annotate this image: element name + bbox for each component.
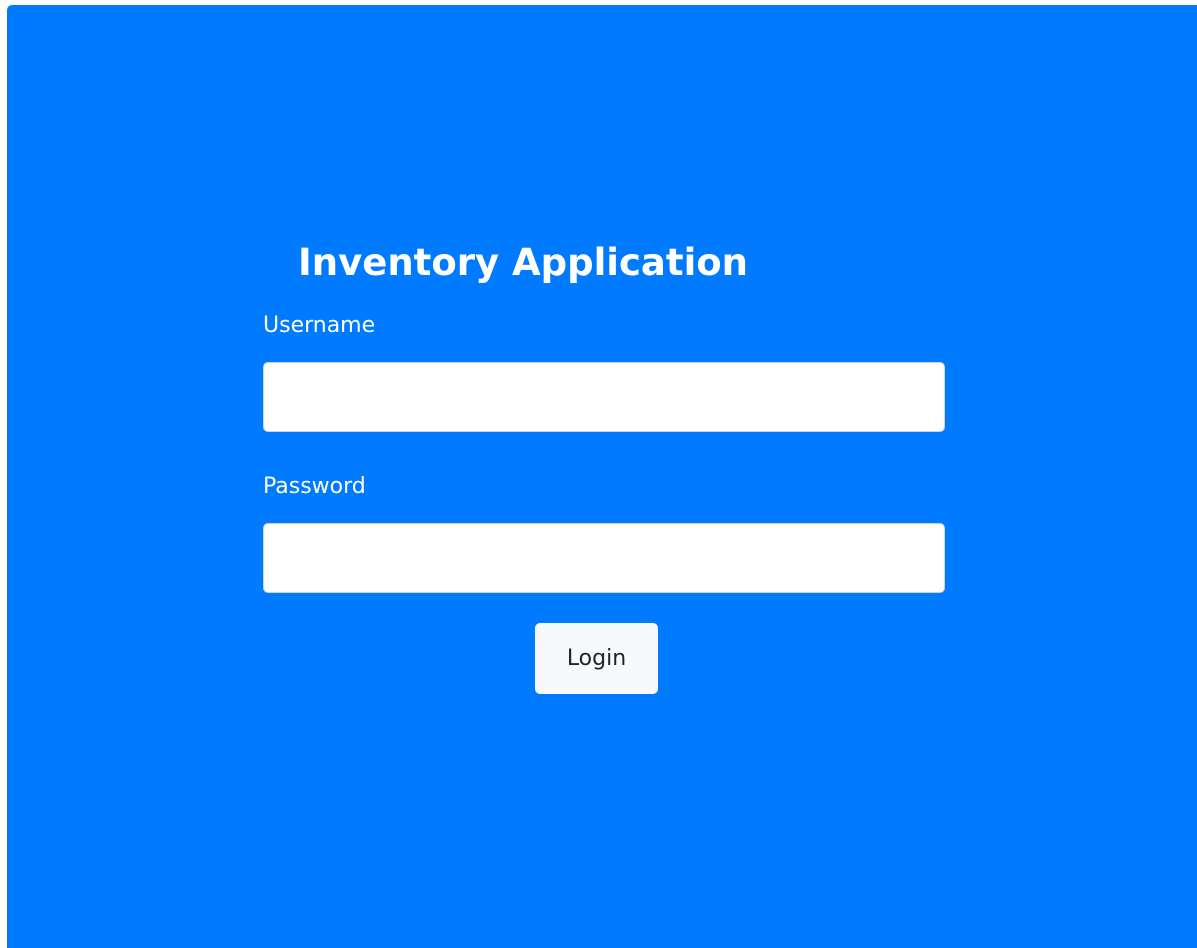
password-label: Password — [263, 474, 366, 499]
page-title: Inventory Application — [298, 241, 749, 284]
login-button[interactable]: Login — [535, 623, 658, 694]
password-input[interactable] — [263, 523, 945, 593]
username-input[interactable] — [263, 362, 945, 432]
username-label: Username — [263, 313, 376, 338]
login-panel: Inventory Application Username Password … — [7, 5, 1197, 948]
